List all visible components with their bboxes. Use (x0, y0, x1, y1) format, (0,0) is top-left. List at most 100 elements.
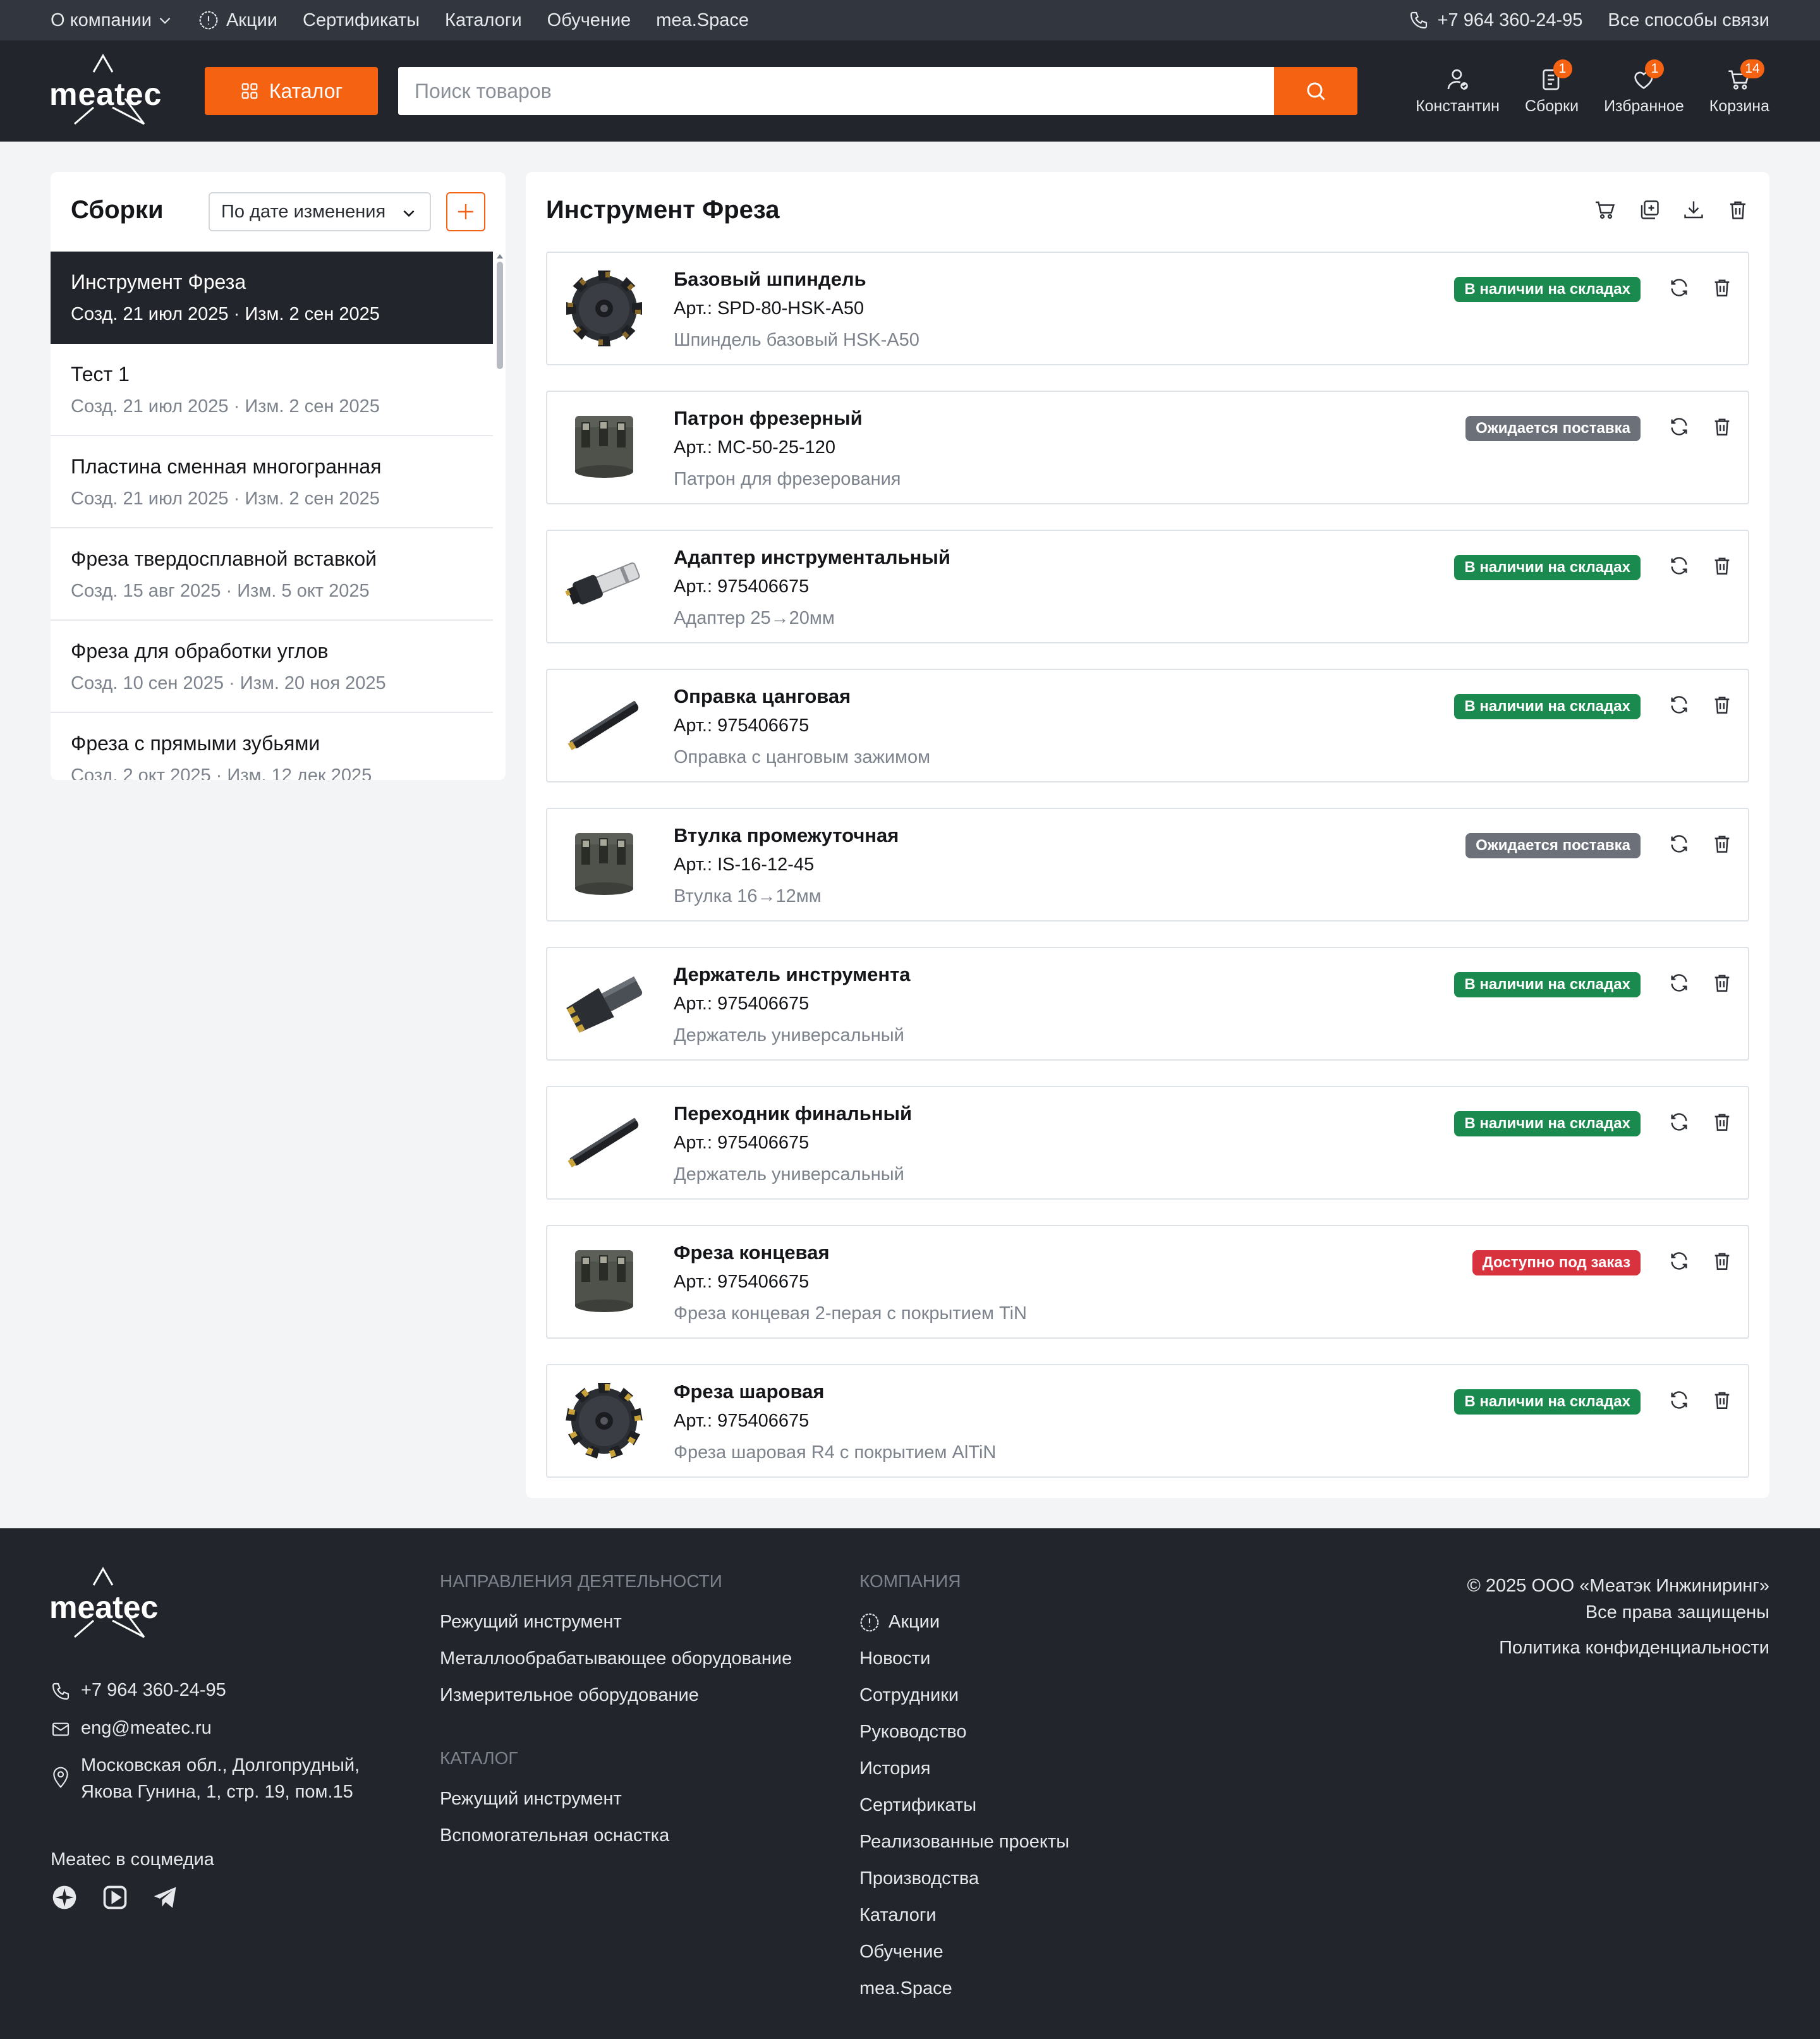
remove-product-button[interactable] (1711, 1389, 1733, 1411)
mail-icon (51, 1718, 81, 1739)
social-link-telegram[interactable] (152, 1884, 179, 1911)
assembly-item[interactable]: Фреза с прямыми зубьями Созд. 2 окт 2025… (51, 713, 493, 780)
product-description: Фреза шаровая R4 с покрытием AlTiN (674, 1442, 997, 1463)
telegram-icon (152, 1884, 179, 1911)
top-nav-certificates[interactable]: Сертификаты (303, 10, 420, 31)
footer-link[interactable]: Сертификаты (859, 1795, 1069, 1816)
product-name[interactable]: Фреза концевая (674, 1241, 830, 1264)
download-button[interactable] (1682, 198, 1705, 221)
footer-link[interactable]: Сотрудники (859, 1685, 1069, 1706)
replace-button[interactable] (1668, 1111, 1690, 1133)
footer-phone[interactable]: +7 964 360-24-95 (51, 1680, 360, 1701)
footer-link[interactable]: Реализованные проекты (859, 1832, 1069, 1853)
remove-product-button[interactable] (1711, 694, 1733, 715)
top-phone-link[interactable]: +7 964 360-24-95 (1409, 10, 1582, 31)
replace-button[interactable] (1668, 1389, 1690, 1411)
replace-button[interactable] (1668, 1250, 1690, 1272)
assembly-item-active[interactable]: Инструмент Фреза Созд. 21 июл 2025 · Изм… (51, 252, 493, 344)
top-nav-training[interactable]: Обучение (547, 10, 631, 31)
top-nav-catalogs[interactable]: Каталоги (445, 10, 522, 31)
footer-link[interactable]: Новости (859, 1648, 1069, 1669)
footer-address: Московская обл., Долгопрудный, Якова Гун… (51, 1755, 360, 1805)
footer-link[interactable]: Режущий инструмент (440, 1612, 792, 1633)
account-button[interactable]: Константин (1416, 62, 1500, 123)
footer-email[interactable]: eng@meatec.ru (51, 1718, 360, 1739)
footer-link[interactable]: Руководство (859, 1722, 1069, 1743)
footer-link[interactable]: Режущий инструмент (440, 1789, 669, 1810)
privacy-policy-link[interactable]: Политика конфиденциальности (1467, 1634, 1769, 1661)
social-link-vk[interactable] (51, 1884, 78, 1911)
remove-product-button[interactable] (1711, 972, 1733, 994)
footer-link[interactable]: Металлообрабатывающее оборудование (440, 1648, 792, 1669)
remove-product-button[interactable] (1711, 416, 1733, 437)
assemblies-button[interactable]: 1 Сборки (1525, 59, 1579, 123)
status-badge: В наличии на складах (1454, 972, 1641, 997)
remove-product-button[interactable] (1711, 833, 1733, 855)
remove-product-button[interactable] (1711, 277, 1733, 298)
header-actions: Константин 1 Сборки 1 Избранное 14 Корзи… (1390, 59, 1769, 123)
search-button[interactable] (1274, 67, 1357, 115)
all-contacts-link[interactable]: Все способы связи (1608, 10, 1769, 31)
footer-link[interactable]: Обучение (859, 1942, 1069, 1963)
footer-link[interactable]: Каталоги (859, 1905, 1069, 1926)
remove-product-button[interactable] (1711, 1111, 1733, 1133)
scroll-up-arrow-icon[interactable] (497, 254, 503, 259)
product-name[interactable]: Адаптер инструментальный (674, 546, 950, 569)
catalog-button[interactable]: Каталог (205, 67, 378, 115)
product-card[interactable]: Адаптер инструментальный Арт.: 975406675… (546, 530, 1749, 643)
status-badge: В наличии на складах (1454, 1389, 1641, 1415)
replace-button[interactable] (1668, 277, 1690, 298)
footer-link[interactable]: mea.Space (859, 1978, 1069, 1999)
top-nav-about[interactable]: О компании (51, 10, 173, 31)
search-input[interactable] (398, 67, 1274, 115)
product-card[interactable]: Фреза шаровая Арт.: 975406675 Фреза шаро… (546, 1364, 1749, 1478)
product-card[interactable]: Держатель инструмента Арт.: 975406675 Де… (546, 947, 1749, 1061)
logo[interactable]: meatec (49, 53, 161, 129)
replace-button[interactable] (1668, 416, 1690, 437)
product-name[interactable]: Держатель инструмента (674, 963, 911, 986)
product-name[interactable]: Втулка промежуточная (674, 824, 899, 847)
product-card[interactable]: Оправка цанговая Арт.: 975406675 Оправка… (546, 669, 1749, 782)
product-name[interactable]: Патрон фрезерный (674, 407, 863, 430)
assembly-item[interactable]: Пластина сменная многогранная Созд. 21 и… (51, 436, 493, 528)
product-name[interactable]: Оправка цанговая (674, 685, 851, 708)
top-nav-promo[interactable]: Акции (198, 10, 277, 31)
footer-link[interactable]: Вспомогательная оснастка (440, 1825, 669, 1846)
assembly-item[interactable]: Фреза для обработки углов Созд. 10 сен 2… (51, 621, 493, 713)
product-card[interactable]: Базовый шпиндель Арт.: SPD-80-HSK-A50 Шп… (546, 252, 1749, 365)
replace-button[interactable] (1668, 972, 1690, 994)
delete-assembly-button[interactable] (1726, 198, 1749, 221)
add-all-to-cart-button[interactable] (1594, 198, 1617, 221)
product-name[interactable]: Фреза шаровая (674, 1380, 824, 1403)
trash-icon (1711, 1250, 1733, 1272)
cart-button[interactable]: 14 Корзина (1709, 59, 1769, 123)
favorites-button[interactable]: 1 Избранное (1604, 59, 1684, 123)
product-card[interactable]: Втулка промежуточная Арт.: IS-16-12-45 В… (546, 808, 1749, 922)
remove-product-button[interactable] (1711, 1250, 1733, 1272)
footer-link[interactable]: Акции (859, 1612, 1069, 1633)
replace-button[interactable] (1668, 694, 1690, 715)
replace-button[interactable] (1668, 555, 1690, 576)
scrollbar-thumb[interactable] (497, 262, 503, 369)
footer-link[interactable]: Измерительное оборудование (440, 1685, 792, 1706)
assembly-item[interactable]: Тест 1 Созд. 21 июл 2025 · Изм. 2 сен 20… (51, 344, 493, 436)
add-assembly-button[interactable] (446, 192, 485, 231)
product-list: Базовый шпиндель Арт.: SPD-80-HSK-A50 Шп… (546, 252, 1749, 1503)
remove-product-button[interactable] (1711, 555, 1733, 576)
footer-link[interactable]: Производства (859, 1868, 1069, 1889)
duplicate-button[interactable] (1638, 198, 1661, 221)
top-nav-mea-space[interactable]: mea.Space (656, 10, 749, 31)
sidebar-scrollbar[interactable] (497, 254, 503, 780)
social-link-youtube[interactable] (101, 1884, 129, 1911)
product-name[interactable]: Переходник финальный (674, 1102, 912, 1125)
product-card[interactable]: Фреза концевая Арт.: 975406675 Фреза кон… (546, 1225, 1749, 1339)
footer-logo[interactable]: meatec (49, 1566, 158, 1642)
footer-link[interactable]: История (859, 1758, 1069, 1779)
replace-button[interactable] (1668, 833, 1690, 855)
assembly-item[interactable]: Фреза твердосплавной вставкой Созд. 15 а… (51, 528, 493, 621)
product-card[interactable]: Патрон фрезерный Арт.: MC-50-25-120 Патр… (546, 391, 1749, 504)
product-sku: Арт.: SPD-80-HSK-A50 (674, 298, 864, 319)
sort-select[interactable]: По дате изменения (209, 192, 431, 231)
product-name[interactable]: Базовый шпиндель (674, 268, 866, 291)
product-card[interactable]: Переходник финальный Арт.: 975406675 Дер… (546, 1086, 1749, 1200)
